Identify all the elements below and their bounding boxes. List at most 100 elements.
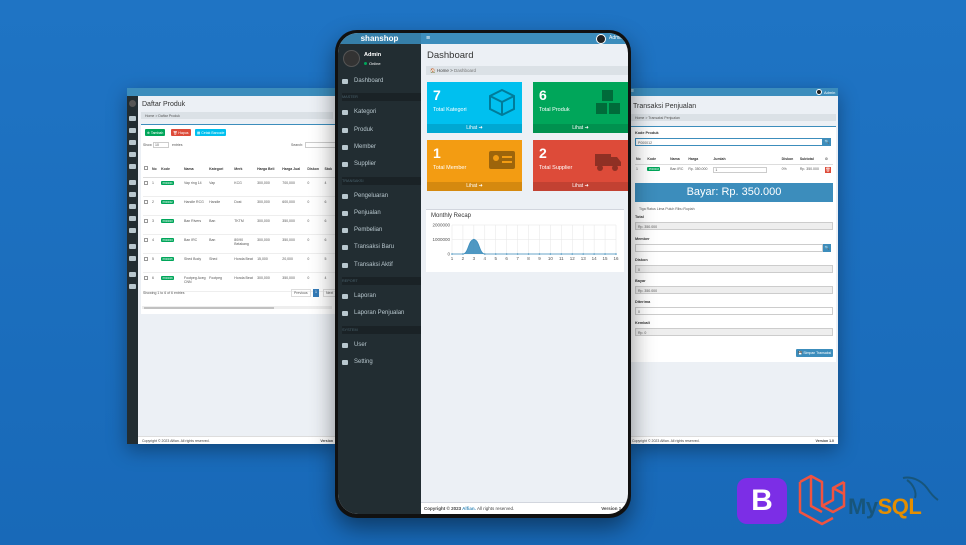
cell-diskon: 0 (306, 234, 324, 254)
table-info: Showing 1 to 6 of 6 entries (143, 291, 185, 295)
sidebar-item-laporan-penjualan[interactable]: Laporan Penjualan (338, 305, 421, 322)
user-avatar[interactable] (596, 33, 606, 44)
sidebar-item-transaksi-aktif[interactable]: Transaksi Aktif (338, 257, 421, 274)
download-icon[interactable] (129, 204, 136, 209)
truck-icon[interactable] (129, 164, 136, 169)
user-avatar[interactable] (816, 89, 822, 95)
sidebar-item-laporan[interactable]: Laporan (338, 288, 421, 305)
search-member-button[interactable]: 🔍 (823, 244, 831, 252)
page-length-select[interactable]: 10 (153, 142, 169, 148)
page-1-button[interactable]: 1 (313, 289, 319, 297)
add-button[interactable]: ⊕ Tambah (145, 129, 166, 136)
brand-logo[interactable]: shanshop (338, 33, 421, 44)
sidebar-item-pengeluaran[interactable]: Pengeluaran (338, 188, 421, 205)
user-name[interactable]: Admin (824, 90, 835, 95)
sidebar-item-kategori[interactable]: Kategori (338, 104, 421, 121)
table-row: 5 P000005 Shed Body Shed Honda Beat 15,000 20,… (143, 253, 335, 273)
quantity-input[interactable]: 1 (713, 166, 768, 173)
cell-no: 3 (151, 215, 161, 235)
sidebar-item-penjualan[interactable]: Penjualan (338, 205, 421, 222)
footer-author-link[interactable]: Alfian. (462, 506, 476, 511)
col-merk[interactable]: Merk (233, 161, 257, 178)
row-checkbox[interactable] (144, 199, 148, 204)
sale-box: Kode Produk P000012 🔍 No Kode Nama Harga… (631, 126, 836, 362)
col-no[interactable]: No (151, 161, 161, 178)
cart-icon[interactable] (129, 216, 136, 221)
select-all-checkbox[interactable] (144, 166, 148, 171)
upload-icon[interactable] (129, 192, 136, 197)
id-card-icon[interactable] (129, 152, 136, 157)
delete-row-icon[interactable]: 🗑 (824, 166, 831, 173)
x-tick-label: 7 (516, 256, 519, 261)
hamburger-icon[interactable]: ≡ (426, 34, 430, 43)
cell-harga-jual: 350,000 (281, 215, 307, 235)
sidebar-item-user[interactable]: User (338, 337, 421, 354)
print-barcode-button[interactable]: ▦ Cetak Barcode (195, 129, 227, 136)
cell-harga-beli: 300,000 (256, 177, 282, 197)
cell-diskon: 0 (306, 215, 324, 235)
scrollbar-thumb[interactable] (144, 306, 274, 309)
lihat-link[interactable]: Lihat ➜ (533, 124, 628, 133)
col-harga-beli[interactable]: Harga Beli (256, 161, 282, 178)
total-member-box: 1 Total Member Lihat ➜ (427, 140, 522, 191)
col-nama[interactable]: Nama (182, 161, 209, 178)
row-checkbox[interactable] (144, 275, 148, 280)
user-menu[interactable]: Admin (609, 35, 623, 41)
hamburger-icon[interactable]: ≡ (631, 88, 634, 94)
col-diskon[interactable]: Diskon (306, 161, 324, 178)
cell-merk: TKTM (233, 215, 257, 235)
col-stok[interactable]: Stok (323, 161, 335, 178)
cubes-icon[interactable] (129, 140, 136, 145)
data-point (560, 253, 563, 255)
previous-button[interactable]: Previous (291, 289, 311, 297)
users-icon[interactable] (129, 272, 136, 277)
data-point (462, 253, 464, 255)
col-no: No (635, 155, 647, 165)
cubes-icon (596, 90, 620, 114)
file-icon[interactable] (129, 256, 136, 261)
cell-stok: 6 (323, 196, 335, 216)
search-input[interactable] (305, 142, 337, 148)
col-kode[interactable]: Kode (160, 161, 183, 178)
cart-icon[interactable] (129, 228, 136, 233)
sidebar-user-name: Admin (364, 52, 382, 58)
sidebar-item-dashboard[interactable]: Dashboard (338, 73, 421, 90)
cart-icon (342, 262, 348, 268)
member-field[interactable] (635, 244, 823, 252)
col-kategori[interactable]: Kategori (208, 161, 234, 178)
footer-copyright: Copyright © 2023 (424, 506, 463, 511)
sidebar-item-pembelian[interactable]: Pembelian (338, 222, 421, 239)
breadcrumb-home[interactable]: Home (145, 114, 154, 118)
save-transaction-button[interactable]: 💾 Simpan Transaksi (796, 349, 834, 357)
breadcrumb-home[interactable]: Home (635, 116, 644, 120)
search-product-button[interactable]: 🔍 (823, 138, 831, 146)
sidebar-item-transaksi-baru[interactable]: Transaksi Baru (338, 239, 421, 256)
row-checkbox[interactable] (144, 256, 148, 261)
cogs-icon[interactable] (129, 284, 136, 289)
table-row: 1 P000001 Vap ring 14 Vap KCG 300,000 700,000 0… (143, 177, 335, 197)
lihat-link[interactable]: Lihat ➜ (427, 182, 522, 191)
col-harga-jual[interactable]: Harga Jual (281, 161, 307, 178)
sidebar-item-member[interactable]: Member (338, 139, 421, 156)
mysql-wordmark: MySQL (848, 494, 922, 519)
breadcrumb-home[interactable]: 🏠 Home (430, 68, 449, 73)
sidebar-item-supplier[interactable]: Supplier (338, 156, 421, 173)
row-checkbox[interactable] (144, 218, 148, 223)
money-icon[interactable] (129, 180, 136, 185)
cell-kategori: Vap (208, 177, 234, 197)
tag-icon[interactable] (129, 128, 136, 133)
row-checkbox[interactable] (144, 237, 148, 242)
sidebar-item-produk[interactable]: Produk (338, 122, 421, 139)
diterima-field[interactable]: 0 (635, 307, 833, 315)
dashboard-icon[interactable] (129, 116, 136, 121)
cart-table: No Kode Nama Harga Jumlah Diskon Subtota… (635, 155, 833, 178)
kode-produk-input[interactable]: P000012 (635, 138, 823, 146)
cell-diskon: 0 (306, 196, 324, 216)
sidebar-item-setting[interactable]: Setting (338, 354, 421, 371)
delete-button[interactable]: 🗑 Hapus (171, 129, 191, 136)
sale-transaction-screen: ≡ Admin Transaksi Penjualan Home > Trans… (628, 88, 838, 444)
lihat-link[interactable]: Lihat ➜ (427, 124, 522, 133)
file-icon[interactable] (129, 244, 136, 249)
lihat-link[interactable]: Lihat ➜ (533, 182, 628, 191)
row-checkbox[interactable] (144, 180, 148, 185)
